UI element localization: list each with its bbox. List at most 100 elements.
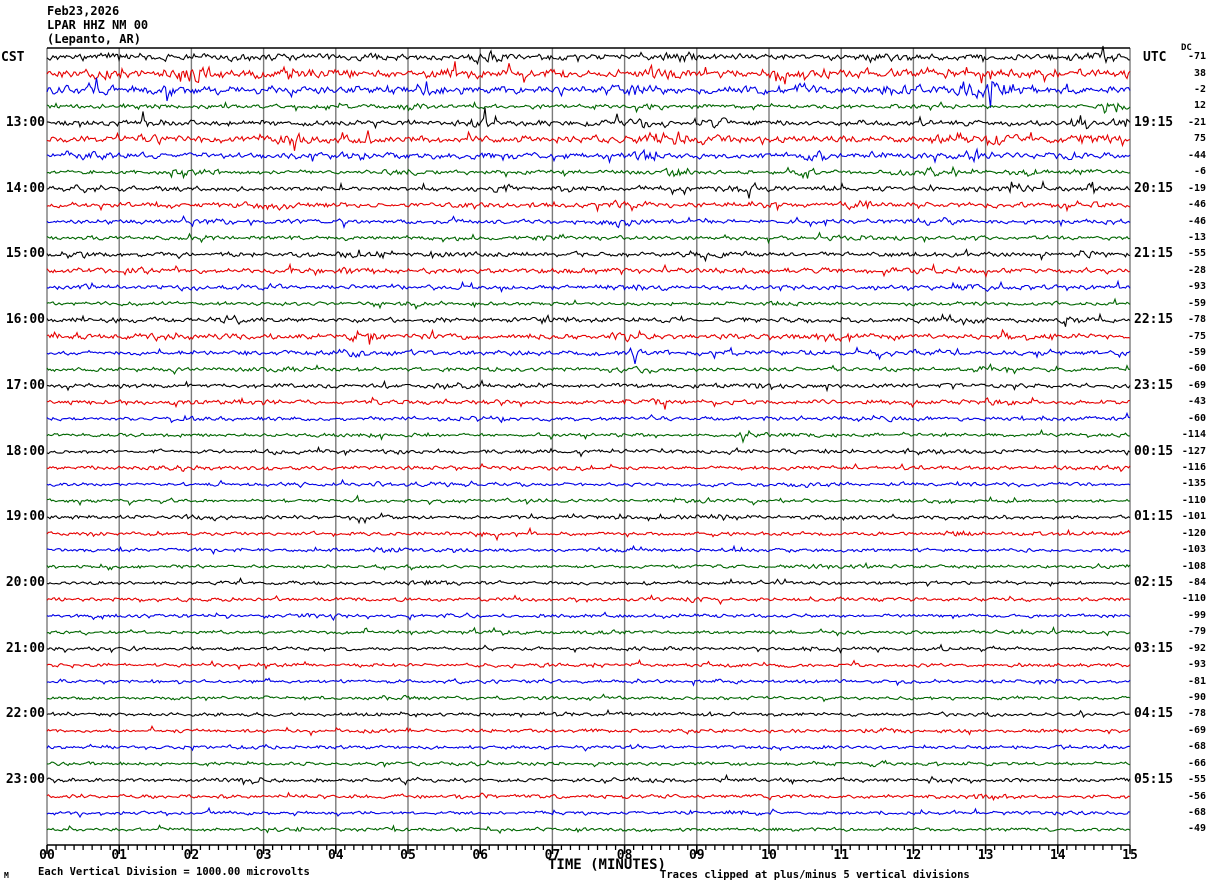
seismogram-trace <box>46 262 1131 279</box>
seismogram-trace <box>46 61 1131 85</box>
dc-offset-value: -68 <box>1187 806 1206 818</box>
x-tick-label: 06 <box>472 848 489 863</box>
seismogram-trace <box>46 759 1131 768</box>
cst-hour-label: 14:00 <box>5 180 45 196</box>
dc-offset-value: -28 <box>1187 264 1206 276</box>
dc-offset-value: -46 <box>1187 215 1206 227</box>
cst-hour-label: 15:00 <box>5 246 45 262</box>
seismogram-trace <box>46 576 1131 588</box>
dc-offset-value: -81 <box>1187 675 1206 687</box>
dc-offset-value: -13 <box>1187 231 1206 243</box>
x-tick-label: 00 <box>39 848 55 863</box>
seismogram-trace <box>46 708 1131 719</box>
seismogram-trace <box>46 346 1131 365</box>
dc-offset-value: -66 <box>1187 757 1206 769</box>
clip-note: Traces clipped at plus/minus 5 vertical … <box>660 869 970 881</box>
dc-offset-value: 75 <box>1193 133 1206 145</box>
seismogram-trace <box>46 379 1131 393</box>
dc-offset-value: -101 <box>1181 511 1206 523</box>
seismogram-trace <box>46 147 1131 165</box>
dc-offset-value: -135 <box>1181 478 1206 490</box>
seismogram-trace <box>46 328 1131 345</box>
x-tick-label: 11 <box>833 848 850 863</box>
dc-offset-value: -79 <box>1187 626 1206 638</box>
dc-offset-value: -21 <box>1187 116 1206 128</box>
seismogram-trace <box>46 231 1131 245</box>
cst-hour-label: 23:00 <box>5 772 45 788</box>
seismogram-trace <box>46 312 1131 327</box>
cst-hour-label: 16:00 <box>5 312 45 328</box>
x-tick-label: 14 <box>1049 848 1066 863</box>
seismogram-trace <box>46 544 1131 555</box>
dc-offset-value: -59 <box>1187 346 1206 358</box>
dc-offset-value: -60 <box>1187 412 1206 424</box>
seismogram-trace <box>46 248 1131 263</box>
seismogram-trace <box>46 165 1131 180</box>
seismogram-trace <box>46 625 1131 637</box>
seismogram-trace <box>46 297 1131 310</box>
dc-offset-value: -78 <box>1187 314 1206 326</box>
seismogram-trace <box>46 396 1131 410</box>
seismogram-trace <box>46 611 1131 622</box>
x-tick-label: 13 <box>977 848 994 863</box>
seismogram-trace <box>46 478 1131 489</box>
seismogram-trace <box>46 677 1131 687</box>
x-tick-label: 12 <box>905 848 922 863</box>
x-tick-label: 10 <box>761 848 777 863</box>
seismogram-trace <box>46 199 1131 213</box>
seismogram-trace <box>46 643 1131 654</box>
dc-offset-value: -56 <box>1187 790 1206 802</box>
dc-offset-value: -99 <box>1187 609 1206 621</box>
dc-offset-value: -69 <box>1187 379 1206 391</box>
dc-offset-value: -116 <box>1181 461 1206 473</box>
scale-note: Each Vertical Division = 1000.00 microvo… <box>38 866 310 878</box>
dc-offset-value: -114 <box>1181 429 1206 441</box>
x-tick-label: 05 <box>400 848 416 863</box>
dc-offset-value: -93 <box>1187 281 1206 293</box>
seismogram-trace <box>46 791 1131 802</box>
cst-hour-label: 22:00 <box>5 706 45 722</box>
dc-offset-value: -2 <box>1193 84 1206 96</box>
dc-offset-value: -110 <box>1181 494 1206 506</box>
cst-hour-label: 19:00 <box>5 509 45 525</box>
seismogram-trace <box>46 107 1131 130</box>
seismogram-trace <box>46 411 1131 424</box>
seismogram-trace <box>46 279 1131 293</box>
watermark-mark: M <box>4 871 9 880</box>
dc-offset-value: -59 <box>1187 297 1206 309</box>
cst-hour-label: 17:00 <box>5 377 45 393</box>
seismogram-trace <box>46 100 1131 115</box>
seismogram-trace <box>46 806 1131 819</box>
dc-offset-value: -6 <box>1193 166 1206 178</box>
seismogram-trace <box>46 362 1131 376</box>
x-tick-label: 03 <box>255 848 272 863</box>
dc-offset-value: -92 <box>1187 642 1206 654</box>
seismogram-trace <box>46 773 1131 786</box>
dc-offset-value: -120 <box>1181 527 1206 539</box>
seismogram-trace <box>46 561 1131 571</box>
seismogram-trace <box>46 214 1131 230</box>
seismogram-trace <box>46 494 1131 507</box>
dc-offset-value: -93 <box>1187 659 1206 671</box>
seismogram-trace <box>46 693 1131 703</box>
cst-hour-label: 13:00 <box>5 114 45 130</box>
x-tick-label: 04 <box>327 848 344 863</box>
dc-offset-value: -75 <box>1187 330 1206 342</box>
dc-offset-value: -19 <box>1187 182 1206 194</box>
cst-hour-label: 18:00 <box>5 443 45 459</box>
dc-offset-value: -90 <box>1187 691 1206 703</box>
seismogram-trace <box>46 428 1130 444</box>
x-tick-label: 15 <box>1122 848 1138 863</box>
cst-hour-label: 21:00 <box>5 640 45 656</box>
dc-offset-value: -71 <box>1187 51 1206 63</box>
seismogram-trace <box>46 724 1131 737</box>
dc-offset-value: 38 <box>1193 67 1206 79</box>
dc-offset-value: -55 <box>1187 774 1206 786</box>
dc-offset-value: 12 <box>1193 100 1206 112</box>
dc-offset-value: -110 <box>1181 593 1206 605</box>
seismogram-trace <box>46 445 1131 458</box>
x-tick-label: 02 <box>183 848 200 863</box>
dc-offset-value: -43 <box>1187 396 1206 408</box>
cst-hour-label: 20:00 <box>5 574 45 590</box>
seismogram-trace <box>46 179 1131 199</box>
